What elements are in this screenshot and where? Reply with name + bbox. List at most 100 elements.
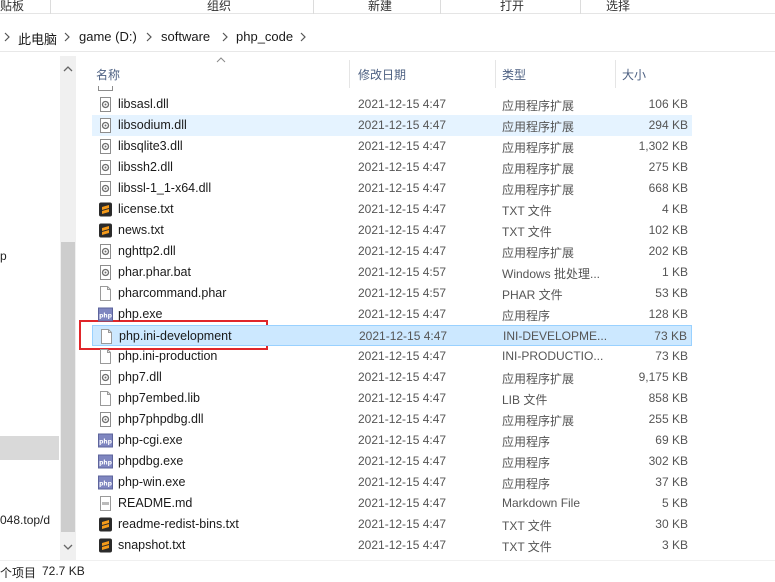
file-name[interactable]: news.txt: [118, 223, 164, 237]
file-type: Markdown File: [502, 496, 581, 510]
breadcrumb-this-pc[interactable]: 此电脑: [18, 29, 57, 48]
file-name[interactable]: README.md: [118, 496, 192, 510]
file-row[interactable]: php7embed.lib 2021-12-15 4:47 LIB 文件 858 KB: [92, 388, 692, 409]
file-size: 73 KB: [654, 329, 687, 343]
breadcrumb-drive[interactable]: game (D:): [79, 29, 137, 44]
file-size: 102 KB: [648, 223, 688, 237]
file-row[interactable]: php php-win.exe 2021-12-15 4:47 应用程序 37 KB: [92, 472, 692, 493]
file-row[interactable]: libsasl.dll 2021-12-15 4:47 应用程序扩展 106 KB: [92, 94, 692, 115]
file-row[interactable]: php php.exe 2021-12-15 4:47 应用程序 128 KB: [92, 304, 692, 325]
file-date: 2021-12-15 4:47: [358, 181, 447, 195]
file-name[interactable]: php.exe: [118, 307, 162, 321]
sort-ascending-icon: [216, 57, 226, 63]
file-row[interactable]: php phpdbg.exe 2021-12-15 4:47 应用程序 302 KB: [92, 451, 692, 472]
php-exe-icon: php: [98, 454, 113, 469]
dll-gear-icon: [98, 139, 113, 154]
file-date: 2021-12-15 4:47: [358, 139, 447, 153]
file-row[interactable]: php7phpdbg.dll 2021-12-15 4:47 应用程序扩展 255 K…: [92, 409, 692, 430]
scroll-thumb[interactable]: [61, 242, 75, 532]
file-name[interactable]: pharcommand.phar: [118, 286, 226, 300]
breadcrumb-software[interactable]: software: [161, 29, 210, 44]
file-row[interactable]: news.txt 2021-12-15 4:47 TXT 文件 102 KB: [92, 220, 692, 241]
file-row[interactable]: php php-cgi.exe 2021-12-15 4:47 应用程序 69 KB: [92, 430, 692, 451]
file-name[interactable]: snapshot.txt: [118, 538, 185, 552]
navigation-pane[interactable]: p 048.top/d: [0, 56, 78, 560]
file-row[interactable]: libssl-1_1-x64.dll 2021-12-15 4:47 应用程序扩展 6…: [92, 178, 692, 199]
ribbon-open-label: 打开: [500, 0, 525, 13]
nav-scrollbar[interactable]: [60, 56, 76, 560]
column-type[interactable]: 类型: [502, 66, 526, 83]
file-date: 2021-12-15 4:47: [358, 118, 447, 132]
file-name[interactable]: nghttp2.dll: [118, 244, 176, 258]
file-row[interactable]: nghttp2.dll 2021-12-15 4:47 应用程序扩展 202 KB: [92, 241, 692, 262]
ribbon-group-labels: 贴板 组织 新建 打开 选择: [0, 0, 775, 14]
dll-gear-icon: [98, 160, 113, 175]
file-row[interactable]: pharcommand.phar 2021-12-15 4:57 PHAR 文件 53…: [92, 283, 692, 304]
file-row[interactable]: libsqlite3.dll 2021-12-15 4:47 应用程序扩展 1,302…: [92, 136, 692, 157]
column-name[interactable]: 名称: [96, 66, 120, 83]
svg-text:php: php: [99, 481, 113, 488]
file-type: INI-DEVELOPME...: [503, 329, 608, 343]
address-bar[interactable]: 此电脑 game (D:) software php_code: [0, 22, 775, 52]
file-name[interactable]: phpdbg.exe: [118, 454, 183, 468]
file-name[interactable]: php7.dll: [118, 370, 162, 384]
sublime-text-icon: [98, 517, 113, 532]
file-name[interactable]: libssl-1_1-x64.dll: [118, 181, 211, 195]
column-size[interactable]: 大小: [622, 66, 646, 83]
file-row[interactable]: libssh2.dll 2021-12-15 4:47 应用程序扩展 275 KB: [92, 157, 692, 178]
file-size: 30 KB: [655, 517, 688, 531]
file-name[interactable]: php.ini-development: [119, 329, 232, 343]
file-date: 2021-12-15 4:47: [358, 97, 447, 111]
file-row[interactable]: php.ini-development 2021-12-15 4:47 INI-DE…: [92, 325, 692, 346]
file-row[interactable]: php.ini-production 2021-12-15 4:47 INI-PRO…: [92, 346, 692, 367]
chevron-right-icon[interactable]: [220, 30, 230, 44]
status-selected-size: 72.7 KB: [42, 564, 85, 578]
file-name[interactable]: php-cgi.exe: [118, 433, 183, 447]
file-row[interactable]: snapshot.txt 2021-12-15 4:47 TXT 文件 3 KB: [92, 535, 692, 556]
scroll-up-arrow-icon[interactable]: [63, 64, 73, 74]
file-row[interactable]: libsodium.dll 2021-12-15 4:47 应用程序扩展 294 KB: [92, 115, 692, 136]
file-size: 37 KB: [655, 475, 688, 489]
file-name[interactable]: libsasl.dll: [118, 97, 169, 111]
scroll-down-arrow-icon[interactable]: [63, 542, 73, 552]
file-name[interactable]: phar.phar.bat: [118, 265, 191, 279]
file-name[interactable]: php7embed.lib: [118, 391, 200, 405]
file-name[interactable]: php.ini-production: [118, 349, 217, 363]
nav-item-selected[interactable]: [0, 436, 59, 460]
file-name[interactable]: libsodium.dll: [118, 118, 187, 132]
chevron-right-icon[interactable]: [298, 30, 308, 44]
file-row[interactable]: README.md 2021-12-15 4:47 Markdown File 5 K…: [92, 493, 692, 514]
column-date-modified[interactable]: 修改日期: [358, 66, 406, 83]
file-size: 5 KB: [661, 496, 688, 510]
file-name[interactable]: readme-redist-bins.txt: [118, 517, 239, 531]
dll-gear-icon: [98, 370, 113, 385]
file-type: 应用程序扩展: [502, 372, 575, 386]
nav-item-partial-url[interactable]: 048.top/d: [0, 513, 50, 527]
file-date: 2021-12-15 4:57: [358, 286, 447, 300]
file-date: 2021-12-15 4:47: [358, 496, 447, 510]
file-row[interactable]: readme-redist-bins.txt 2021-12-15 4:47 TXT…: [92, 514, 692, 535]
php-exe-icon: php: [98, 433, 113, 448]
ribbon-clipboard-label: 贴板: [0, 0, 25, 13]
nav-item-partial[interactable]: p: [0, 249, 7, 263]
chevron-right-icon[interactable]: [2, 30, 12, 44]
file-row[interactable]: phar.phar.bat 2021-12-15 4:57 Windows 批处理.…: [92, 262, 692, 283]
file-size: 294 KB: [648, 118, 688, 132]
file-date: 2021-12-15 4:47: [358, 475, 447, 489]
file-name[interactable]: license.txt: [118, 202, 174, 216]
file-type: 应用程序: [502, 456, 551, 470]
file-name[interactable]: libsqlite3.dll: [118, 139, 183, 153]
chevron-right-icon[interactable]: [144, 30, 154, 44]
blank-document-icon: [98, 391, 113, 406]
breadcrumb-php-code[interactable]: php_code: [236, 29, 293, 44]
chevron-right-icon[interactable]: [62, 30, 72, 44]
file-type: 应用程序扩展: [502, 141, 575, 155]
file-row[interactable]: php7.dll 2021-12-15 4:47 应用程序扩展 9,175 KB: [92, 367, 692, 388]
file-name[interactable]: libssh2.dll: [118, 160, 173, 174]
file-name[interactable]: php7phpdbg.dll: [118, 412, 204, 426]
svg-text:php: php: [99, 313, 113, 320]
file-row[interactable]: license.txt 2021-12-15 4:47 TXT 文件 4 KB: [92, 199, 692, 220]
file-size: 1 KB: [661, 265, 688, 279]
php-exe-icon: php: [98, 307, 113, 322]
file-name[interactable]: php-win.exe: [118, 475, 185, 489]
